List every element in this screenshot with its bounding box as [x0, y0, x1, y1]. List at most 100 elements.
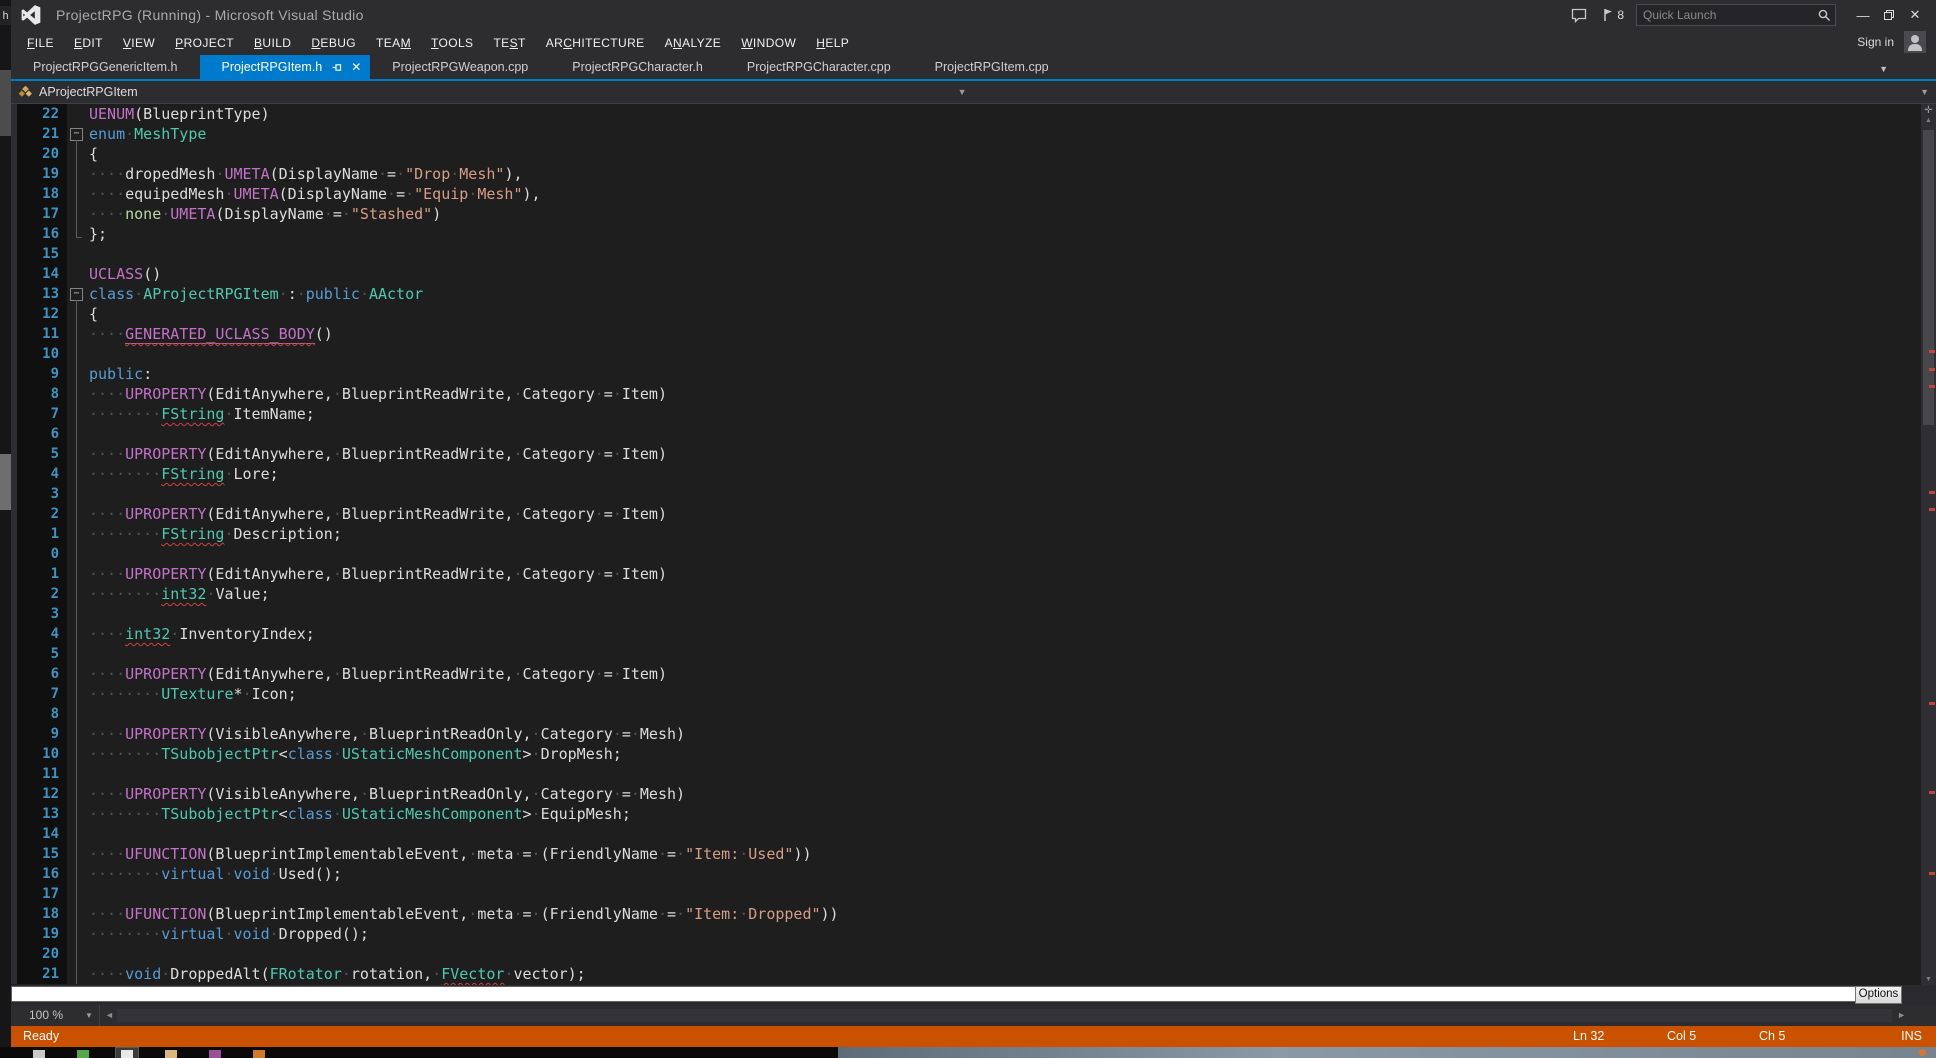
menu-tools[interactable]: TOOLS [421, 36, 483, 50]
tab-well-dropdown-icon[interactable]: ▼ [1879, 64, 1888, 74]
code-line[interactable]: 7········FString·ItemName; [11, 404, 1936, 424]
code-line[interactable]: 20{ [11, 144, 1936, 164]
members-dropdown[interactable]: ▼ [974, 81, 1936, 103]
code-line[interactable]: 8 [11, 704, 1936, 724]
search-icon[interactable] [1817, 8, 1831, 22]
menu-debug[interactable]: DEBUG [301, 36, 366, 50]
code-line[interactable]: 19····dropedMesh·UMETA(DisplayName·=·"Dr… [11, 164, 1936, 184]
code-line[interactable]: 19········virtual·void·Dropped(); [11, 924, 1936, 944]
options-button[interactable]: Options [1855, 986, 1902, 1004]
code-line[interactable]: 20 [11, 944, 1936, 964]
menu-project[interactable]: PROJECT [165, 36, 244, 50]
code-line[interactable]: 11 [11, 764, 1936, 784]
code-line[interactable]: 8····UPROPERTY(EditAnywhere,·BlueprintRe… [11, 384, 1936, 404]
code-line[interactable]: 7········UTexture*·Icon; [11, 684, 1936, 704]
menu-help[interactable]: HELP [806, 36, 859, 50]
code-line[interactable]: 15 [11, 244, 1936, 264]
menu-team[interactable]: TEAM [366, 36, 421, 50]
code-line[interactable]: 1····UPROPERTY(EditAnywhere,·BlueprintRe… [11, 564, 1936, 584]
scroll-right-icon[interactable]: ► [1897, 1010, 1906, 1020]
horizontal-scrollbar[interactable] [117, 1009, 1892, 1022]
code-line[interactable]: 12····UPROPERTY(VisibleAnywhere,·Bluepri… [11, 784, 1936, 804]
scrollbar-split-gripper[interactable]: ✛ [1921, 105, 1936, 117]
code-line[interactable]: 6····UPROPERTY(EditAnywhere,·BlueprintRe… [11, 664, 1936, 684]
code-line[interactable]: 18····equipedMesh·UMETA(DisplayName·=·"E… [11, 184, 1936, 204]
close-tab-icon[interactable]: ✕ [351, 60, 361, 74]
minimize-button[interactable]: — [1850, 4, 1876, 26]
code-line[interactable]: 9····UPROPERTY(VisibleAnywhere,·Blueprin… [11, 724, 1936, 744]
scrollbar-thumb[interactable] [1923, 130, 1934, 425]
windows-taskbar[interactable] [0, 1047, 1936, 1058]
tab-projectrpggenericitem.h[interactable]: ProjectRPGGenericItem.h [11, 55, 200, 79]
scroll-down-icon[interactable]: ▼ [1921, 976, 1936, 983]
active-app-icon[interactable] [116, 1048, 138, 1058]
tab-projectrpgitem.cpp[interactable]: ProjectRPGItem.cpp [913, 55, 1071, 79]
app-icon-green[interactable] [72, 1048, 94, 1058]
menu-file[interactable]: FILE [17, 36, 64, 50]
feedback-icon[interactable] [1571, 8, 1588, 23]
code-line[interactable]: 5····UPROPERTY(EditAnywhere,·BlueprintRe… [11, 444, 1936, 464]
quick-launch-input[interactable] [1637, 8, 1817, 22]
code-line[interactable]: 12{ [11, 304, 1936, 324]
tab-projectrpgweapon.cpp[interactable]: ProjectRPGWeapon.cpp [370, 55, 550, 79]
types-dropdown[interactable]: AProjectRPGItem ▼ [11, 81, 974, 103]
menu-build[interactable]: BUILD [244, 36, 301, 50]
sign-in-link[interactable]: Sign in [1857, 35, 1894, 49]
fold-collapse-control[interactable]: − [67, 284, 87, 304]
code-line[interactable]: 16········virtual·void·Used(); [11, 864, 1936, 884]
zoom-level[interactable]: 100 % [29, 1008, 63, 1022]
code-line[interactable]: 21−enum·MeshType [11, 124, 1936, 144]
code-line[interactable]: 0 [11, 544, 1936, 564]
app-icon-orange[interactable] [248, 1048, 270, 1058]
code-line[interactable]: 5 [11, 644, 1936, 664]
pin-icon[interactable] [332, 62, 343, 73]
code-line[interactable]: 22UENUM(BlueprintType) [11, 104, 1936, 124]
code-line[interactable]: 11····GENERATED_UCLASS_BODY() [11, 324, 1936, 344]
collapse-minus-icon[interactable]: − [70, 128, 83, 141]
user-avatar-icon[interactable] [1904, 31, 1926, 53]
find-input[interactable] [11, 986, 1857, 1002]
menu-window[interactable]: WINDOW [731, 36, 806, 50]
code-line[interactable]: 13········TSubobjectPtr<class·UStaticMes… [11, 804, 1936, 824]
fold-collapse-control[interactable]: − [67, 124, 87, 144]
code-line[interactable]: 14 [11, 824, 1936, 844]
zoom-dropdown-icon[interactable]: ▼ [85, 1011, 93, 1020]
code-line[interactable]: 3 [11, 484, 1936, 504]
code-line[interactable]: 14UCLASS() [11, 264, 1936, 284]
code-line[interactable]: 10········TSubobjectPtr<class·UStaticMes… [11, 744, 1936, 764]
menu-architecture[interactable]: ARCHITECTURE [536, 36, 655, 50]
scroll-left-icon[interactable]: ◄ [105, 1010, 114, 1020]
start-icon[interactable] [28, 1048, 50, 1058]
close-button[interactable]: ✕ [1902, 4, 1928, 26]
tab-projectrpgcharacter.h[interactable]: ProjectRPGCharacter.h [550, 55, 725, 79]
code-line[interactable]: 4····int32·InventoryIndex; [11, 624, 1936, 644]
code-line[interactable]: 17····none·UMETA(DisplayName·=·"Stashed"… [11, 204, 1936, 224]
menu-test[interactable]: TEST [483, 36, 535, 50]
folder-icon[interactable] [160, 1048, 182, 1058]
tab-projectrpgcharacter.cpp[interactable]: ProjectRPGCharacter.cpp [725, 55, 913, 79]
visual-studio-icon[interactable] [204, 1048, 226, 1058]
code-line[interactable]: 9public: [11, 364, 1936, 384]
code-line[interactable]: 1········FString·Description; [11, 524, 1936, 544]
code-line[interactable]: 16}; [11, 224, 1936, 244]
vertical-scrollbar[interactable]: ✛ ▲ ▼ [1921, 104, 1936, 985]
menu-edit[interactable]: EDIT [64, 36, 113, 50]
code-line[interactable]: 17 [11, 884, 1936, 904]
code-line[interactable]: 21····void·DroppedAlt(FRotator·rotation,… [11, 964, 1936, 984]
collapse-minus-icon[interactable]: − [70, 288, 83, 301]
code-line[interactable]: 15····UFUNCTION(BlueprintImplementableEv… [11, 844, 1936, 864]
code-line[interactable]: 10 [11, 344, 1936, 364]
code-line[interactable]: 18····UFUNCTION(BlueprintImplementableEv… [11, 904, 1936, 924]
code-line[interactable]: 2····UPROPERTY(EditAnywhere,·BlueprintRe… [11, 504, 1936, 524]
menu-analyze[interactable]: ANALYZE [655, 36, 732, 50]
code-line[interactable]: 2········int32·Value; [11, 584, 1936, 604]
notifications-flag[interactable]: 8 [1602, 8, 1624, 22]
menu-view[interactable]: VIEW [113, 36, 165, 50]
code-line[interactable]: 3 [11, 604, 1936, 624]
code-line[interactable]: 6 [11, 424, 1936, 444]
code-editor[interactable]: 22UENUM(BlueprintType)21−enum·MeshType20… [11, 104, 1936, 985]
tab-projectrpgitem.h[interactable]: ProjectRPGItem.h✕ [200, 55, 371, 79]
code-line[interactable]: 4········FString·Lore; [11, 464, 1936, 484]
restore-button[interactable] [1876, 4, 1902, 26]
scroll-up-icon[interactable]: ▲ [1921, 117, 1936, 124]
